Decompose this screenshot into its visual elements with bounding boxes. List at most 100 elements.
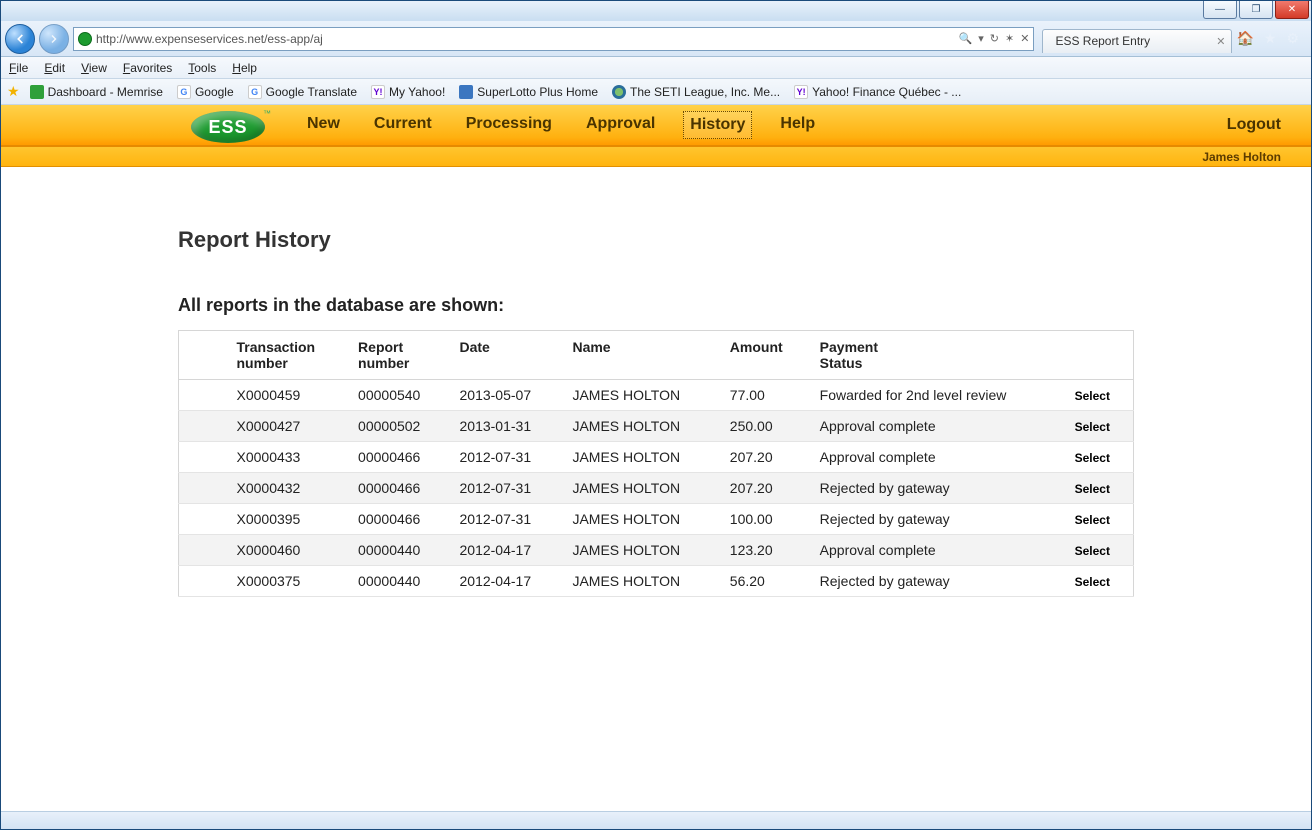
select-link[interactable]: Select <box>1075 513 1110 527</box>
favorite-link[interactable]: The SETI League, Inc. Me... <box>612 85 780 99</box>
favorite-link[interactable]: G Google <box>177 85 234 99</box>
select-link[interactable]: Select <box>1075 420 1110 434</box>
nav-new[interactable]: New <box>301 111 346 139</box>
table-cell: Rejected by gateway <box>810 504 1065 535</box>
favorites-icon[interactable]: ★ <box>1264 30 1277 47</box>
table-cell: 2012-04-17 <box>450 535 563 566</box>
table-cell: 56.20 <box>720 566 810 597</box>
refresh-icon[interactable]: ↻ <box>990 32 999 45</box>
table-cell: X0000427 <box>227 411 349 442</box>
select-link[interactable]: Select <box>1075 544 1110 558</box>
table-cell: 207.20 <box>720 442 810 473</box>
table-cell: 250.00 <box>720 411 810 442</box>
menu-tools[interactable]: Tools <box>188 61 216 75</box>
select-link[interactable]: Select <box>1075 482 1110 496</box>
favorite-favicon-icon <box>30 85 44 99</box>
favorite-link[interactable]: Y!Yahoo! Finance Québec - ... <box>794 85 961 99</box>
home-icon[interactable]: 🏠 <box>1236 30 1253 47</box>
table-row: X0000459000005402013-05-07JAMES HOLTON77… <box>179 380 1134 411</box>
table-cell <box>179 473 227 504</box>
logout-link[interactable]: Logout <box>1227 116 1281 134</box>
favorites-bar: ★ Dashboard - Memrise G Google G Google Tran… <box>1 79 1311 105</box>
table-cell: 77.00 <box>720 380 810 411</box>
back-button[interactable] <box>5 24 35 54</box>
favorite-label: Google Translate <box>266 85 357 99</box>
favorite-favicon-icon <box>459 85 473 99</box>
compat-icon[interactable]: ✶ <box>1005 32 1014 45</box>
menu-help[interactable]: Help <box>232 61 257 75</box>
table-cell: JAMES HOLTON <box>562 473 719 504</box>
nav-approval[interactable]: Approval <box>580 111 661 139</box>
table-cell: JAMES HOLTON <box>562 380 719 411</box>
table-cell: 2013-05-07 <box>450 380 563 411</box>
table-row: X0000433000004662012-07-31JAMES HOLTON20… <box>179 442 1134 473</box>
stop-icon[interactable]: ✕ <box>1020 32 1029 45</box>
window-close-button[interactable]: ✕ <box>1275 1 1309 19</box>
table-cell: Select <box>1065 411 1134 442</box>
select-link[interactable]: Select <box>1075 389 1110 403</box>
favorite-label: Google <box>195 85 234 99</box>
favorite-favicon-icon: G <box>248 85 262 99</box>
favorite-favicon-icon <box>612 85 626 99</box>
menu-edit[interactable]: Edit <box>44 61 65 75</box>
table-cell: Rejected by gateway <box>810 473 1065 504</box>
table-cell: 2012-07-31 <box>450 473 563 504</box>
window-titlebar: — ❐ ✕ <box>1 1 1311 21</box>
search-icon[interactable]: 🔍 <box>959 32 973 45</box>
table-cell: 00000466 <box>348 473 449 504</box>
select-link[interactable]: Select <box>1075 575 1110 589</box>
table-row: X0000395000004662012-07-31JAMES HOLTON10… <box>179 504 1134 535</box>
favorite-link[interactable]: Dashboard - Memrise <box>30 85 163 99</box>
favorite-link[interactable]: Y! My Yahoo! <box>371 85 445 99</box>
status-bar <box>1 811 1311 829</box>
favorite-favicon-icon: Y! <box>371 85 385 99</box>
favorite-label: My Yahoo! <box>389 85 445 99</box>
table-row: X0000427000005022013-01-31JAMES HOLTON25… <box>179 411 1134 442</box>
page-subhead: All reports in the database are shown: <box>178 295 1134 316</box>
favorite-label: SuperLotto Plus Home <box>477 85 598 99</box>
table-cell: 100.00 <box>720 504 810 535</box>
window-minimize-button[interactable]: — <box>1203 1 1237 19</box>
nav-help[interactable]: Help <box>774 111 821 139</box>
tab-close-icon[interactable]: ✕ <box>1216 35 1225 48</box>
table-cell: Approval complete <box>810 411 1065 442</box>
favorite-favicon-icon: G <box>177 85 191 99</box>
table-cell <box>179 380 227 411</box>
table-cell: Approval complete <box>810 442 1065 473</box>
menu-favorites[interactable]: Favorites <box>123 61 172 75</box>
column-header: Date <box>450 331 563 380</box>
table-cell: 2012-04-17 <box>450 566 563 597</box>
table-cell: JAMES HOLTON <box>562 442 719 473</box>
window-maximize-button[interactable]: ❐ <box>1239 1 1273 19</box>
nav-current[interactable]: Current <box>368 111 438 139</box>
forward-button[interactable] <box>39 24 69 54</box>
app-header: NewCurrentProcessingApprovalHistoryHelp … <box>1 105 1311 147</box>
column-header: PaymentStatus <box>810 331 1065 380</box>
addr-dropdown-icon[interactable]: ▾ <box>978 32 984 45</box>
favorites-star-icon[interactable]: ★ <box>7 83 20 100</box>
ess-logo[interactable] <box>191 111 265 143</box>
table-cell: Select <box>1065 380 1134 411</box>
favorite-link[interactable]: SuperLotto Plus Home <box>459 85 598 99</box>
nav-processing[interactable]: Processing <box>460 111 558 139</box>
menu-file[interactable]: File <box>9 61 28 75</box>
page-viewport: NewCurrentProcessingApprovalHistoryHelp … <box>1 105 1311 811</box>
select-link[interactable]: Select <box>1075 451 1110 465</box>
url-input[interactable] <box>96 32 955 46</box>
table-cell <box>179 535 227 566</box>
browser-tab[interactable]: ESS Report Entry ✕ <box>1042 29 1232 53</box>
table-cell: Approval complete <box>810 535 1065 566</box>
table-cell: Select <box>1065 473 1134 504</box>
table-cell: X0000459 <box>227 380 349 411</box>
nav-history[interactable]: History <box>683 111 752 139</box>
favorite-link[interactable]: G Google Translate <box>248 85 357 99</box>
menu-view[interactable]: View <box>81 61 107 75</box>
tab-title: ESS Report Entry <box>1055 34 1150 48</box>
table-cell: Select <box>1065 442 1134 473</box>
address-bar[interactable]: 🔍 ▾ ↻ ✶ ✕ <box>73 27 1034 51</box>
table-cell: JAMES HOLTON <box>562 504 719 535</box>
gear-icon[interactable]: ⚙ <box>1286 30 1299 47</box>
table-row: X0000432000004662012-07-31JAMES HOLTON20… <box>179 473 1134 504</box>
table-cell: 00000502 <box>348 411 449 442</box>
table-cell: Select <box>1065 566 1134 597</box>
